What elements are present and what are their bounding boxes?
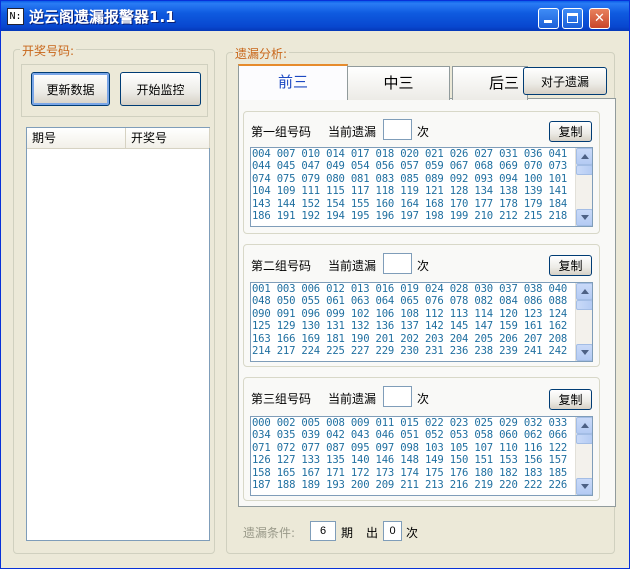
- group-three-unit: 次: [417, 392, 430, 406]
- arrow-down-icon: [581, 484, 589, 489]
- tab-middle-three[interactable]: 中三: [347, 66, 450, 100]
- group-two-unit: 次: [417, 259, 430, 273]
- group-one-copy-button[interactable]: 复制: [549, 121, 592, 142]
- column-period[interactable]: 期号: [27, 128, 126, 148]
- start-monitor-button[interactable]: 开始监控: [120, 72, 201, 106]
- close-icon: ✕: [594, 11, 605, 26]
- group-one-numbers: 004 007 010 014 017 018 020 021 026 027 …: [252, 148, 568, 223]
- group-one-number-box[interactable]: 004 007 010 014 017 018 020 021 026 027 …: [250, 147, 593, 227]
- group-two-current-input[interactable]: [383, 253, 412, 274]
- arrow-down-icon: [581, 215, 589, 220]
- scroll-up-button[interactable]: [576, 283, 592, 300]
- group-two-current-label: 当前遗漏: [328, 259, 377, 273]
- group-three-scrollbar[interactable]: [575, 417, 592, 495]
- out-label: 出: [366, 526, 379, 540]
- arrow-up-icon: [581, 423, 589, 428]
- group-one-label: 第一组号码: [251, 125, 312, 139]
- out-unit: 次: [406, 526, 419, 540]
- group-two-numbers: 001 003 006 012 013 016 019 024 028 030 …: [252, 283, 568, 358]
- tab-back-three[interactable]: 后三: [452, 66, 528, 100]
- maximize-icon: [567, 13, 578, 23]
- tab-front-three[interactable]: 前三: [238, 64, 348, 100]
- app-icon: N:: [7, 8, 24, 25]
- group-three-label: 第三组号码: [251, 392, 312, 406]
- group-two-copy-button[interactable]: 复制: [549, 255, 592, 276]
- scroll-thumb[interactable]: [576, 434, 592, 444]
- group-one-current-label: 当前遗漏: [328, 125, 377, 139]
- minimize-icon: [544, 20, 552, 23]
- arrow-down-icon: [581, 350, 589, 355]
- group-two-number-box[interactable]: 001 003 006 012 013 016 019 024 028 030 …: [250, 282, 593, 362]
- update-data-button[interactable]: 更新数据: [31, 72, 110, 106]
- analysis-group-title: 遗漏分析:: [233, 45, 290, 62]
- scroll-thumb[interactable]: [576, 165, 592, 175]
- list-header: 期号 开奖号: [27, 128, 210, 149]
- group-three-copy-button[interactable]: 复制: [549, 389, 592, 410]
- scroll-down-button[interactable]: [576, 209, 592, 226]
- close-button[interactable]: ✕: [589, 8, 610, 29]
- arrow-up-icon: [581, 154, 589, 159]
- title-bar[interactable]: N: 逆云阁遗漏报警器1.1 ✕: [1, 1, 629, 31]
- window-title: 逆云阁遗漏报警器1.1: [29, 8, 176, 26]
- minimize-button[interactable]: [538, 8, 559, 29]
- draw-history-list[interactable]: 期号 开奖号: [26, 127, 210, 541]
- group-three-number-box[interactable]: 000 002 005 008 009 011 015 022 023 025 …: [250, 416, 593, 496]
- out-count-input[interactable]: [383, 521, 402, 541]
- maximize-button[interactable]: [562, 8, 583, 29]
- group-one-scrollbar[interactable]: [575, 148, 592, 226]
- group-one-current-input[interactable]: [383, 119, 412, 140]
- scroll-up-button[interactable]: [576, 148, 592, 165]
- condition-label: 遗漏条件:: [243, 526, 296, 540]
- group-two-scrollbar[interactable]: [575, 283, 592, 361]
- group-three-numbers: 000 002 005 008 009 011 015 022 023 025 …: [252, 417, 568, 492]
- scroll-down-button[interactable]: [576, 344, 592, 361]
- group-three-current-input[interactable]: [383, 386, 412, 407]
- periods-input[interactable]: [310, 521, 336, 541]
- main-window: N: 逆云阁遗漏报警器1.1 ✕ 开奖号码: 更新数据 开始监控 期号 开奖号 …: [0, 0, 630, 569]
- scroll-up-button[interactable]: [576, 417, 592, 434]
- group-one-unit: 次: [417, 125, 430, 139]
- periods-unit: 期: [341, 526, 354, 540]
- group-three-current-label: 当前遗漏: [328, 392, 377, 406]
- scroll-down-button[interactable]: [576, 478, 592, 495]
- group-two-label: 第二组号码: [251, 259, 312, 273]
- draw-numbers-group-title: 开奖号码:: [20, 42, 77, 59]
- pair-miss-button[interactable]: 对子遗漏: [523, 67, 607, 95]
- scroll-thumb[interactable]: [576, 300, 592, 310]
- column-draw-number[interactable]: 开奖号: [126, 128, 210, 148]
- arrow-up-icon: [581, 289, 589, 294]
